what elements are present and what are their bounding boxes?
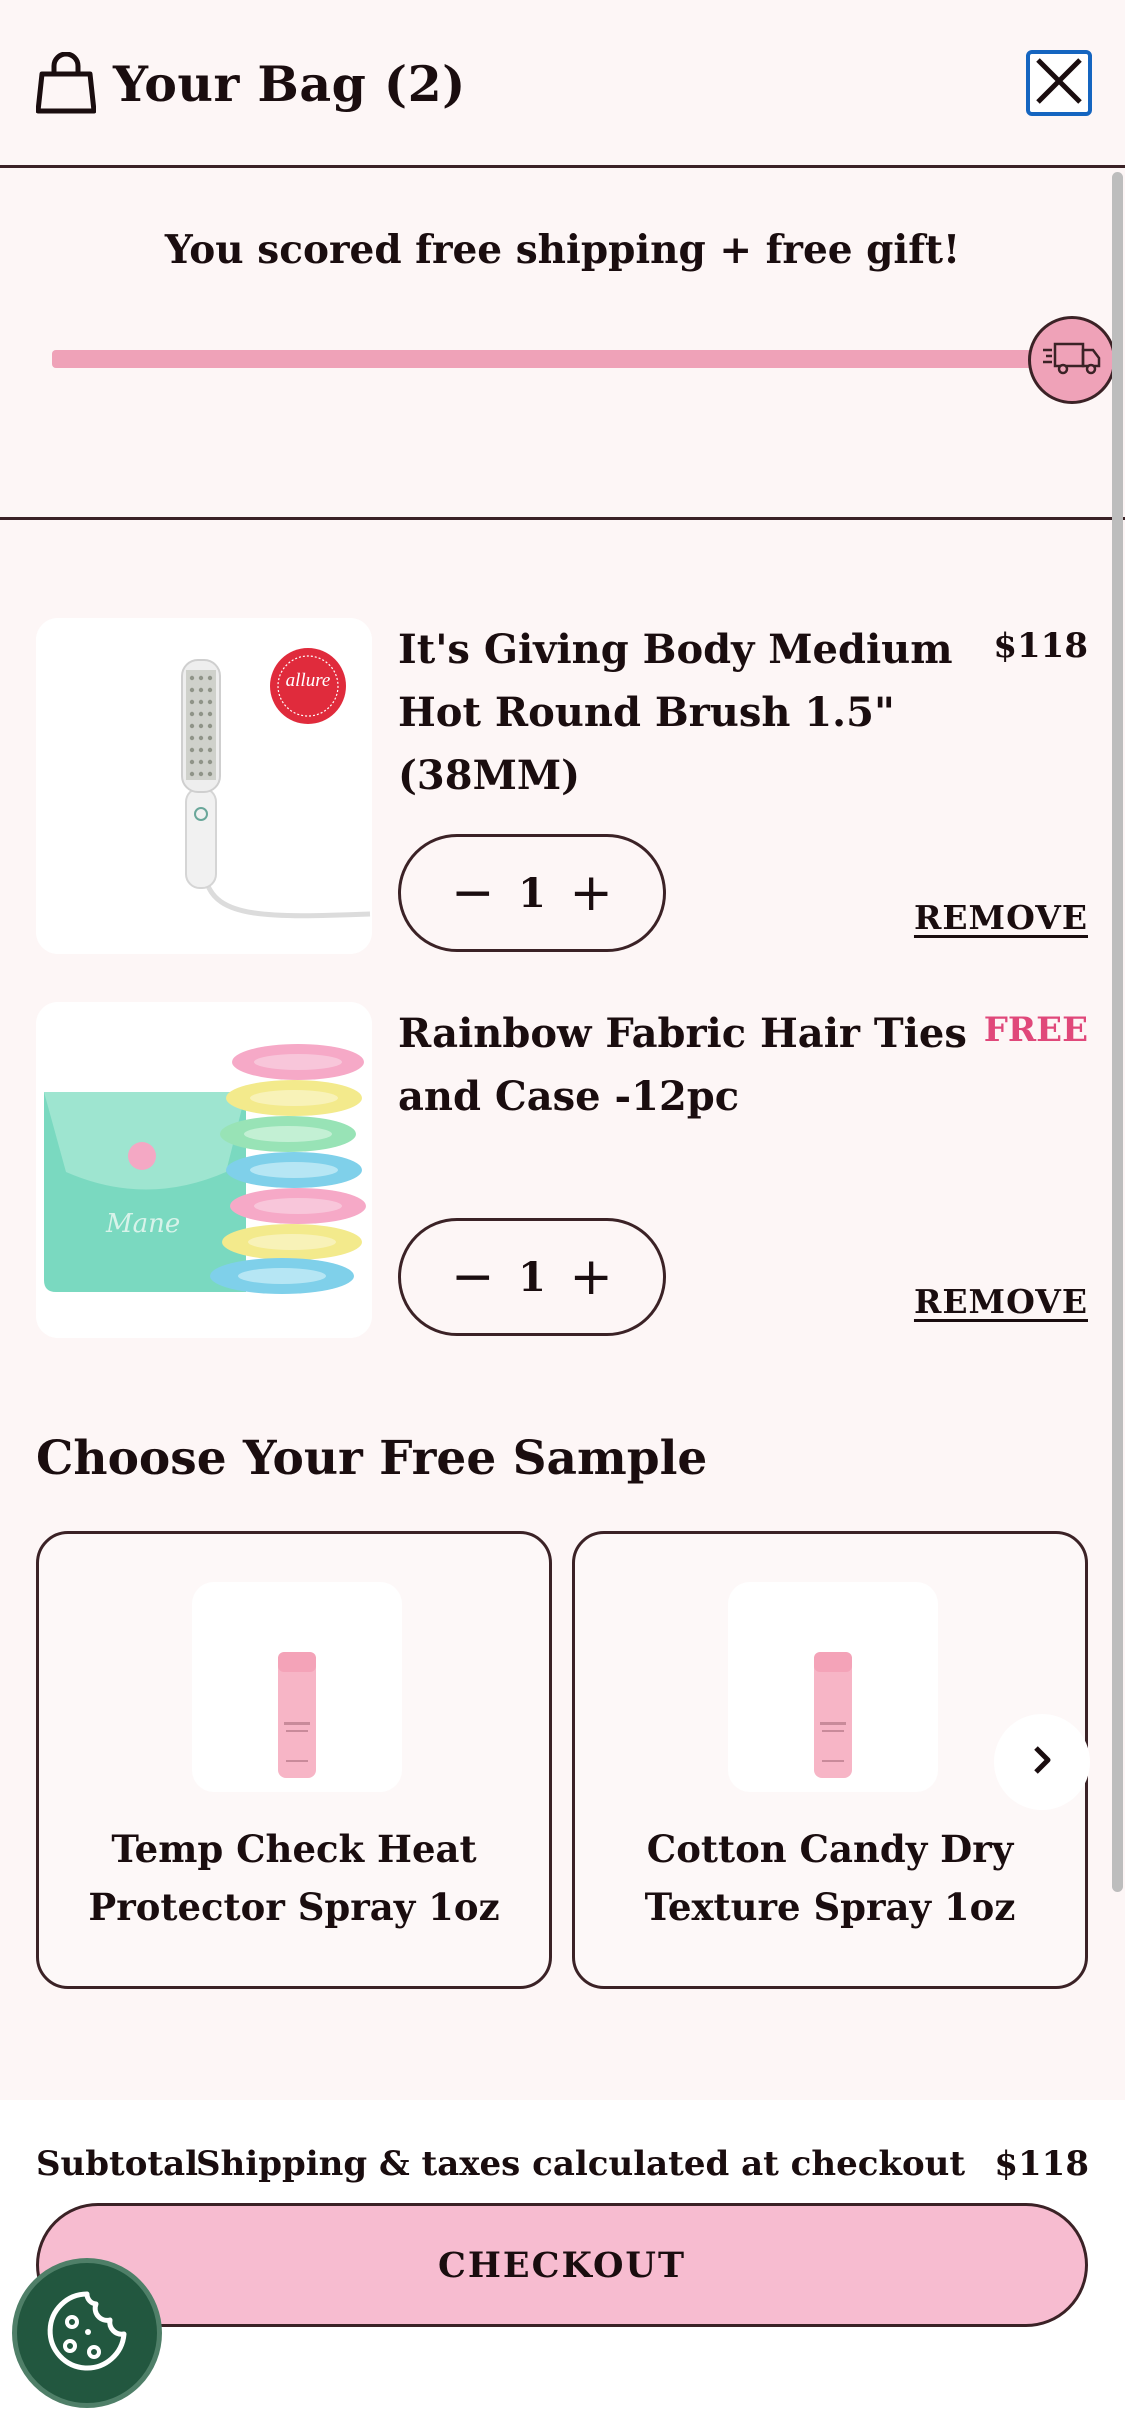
remove-button[interactable]: REMOVE bbox=[914, 1282, 1088, 1321]
item-title[interactable]: It's Giving Body Medium Hot Round Brush … bbox=[398, 618, 988, 807]
svg-text:Mane: Mane bbox=[105, 1209, 180, 1239]
decrease-quantity-button[interactable]: − bbox=[451, 1251, 495, 1303]
truck-badge bbox=[1028, 316, 1116, 404]
delivery-truck-icon bbox=[1041, 338, 1103, 382]
product-image-hair-ties[interactable]: Mane bbox=[36, 1002, 372, 1338]
page-title: Your Bag (2) bbox=[113, 55, 466, 113]
sample-image bbox=[192, 1582, 402, 1792]
cart-drawer: Your Bag (2) You scored free shipping + … bbox=[0, 0, 1125, 2436]
close-icon bbox=[1034, 56, 1084, 110]
shipping-progress-fill bbox=[52, 350, 1072, 368]
chevron-right-icon bbox=[1027, 1742, 1057, 1782]
increase-quantity-button[interactable]: + bbox=[569, 867, 613, 919]
subtotal-note: Shipping & taxes calculated at checkout bbox=[196, 2144, 966, 2184]
remove-button[interactable]: REMOVE bbox=[914, 898, 1088, 937]
subtotal-label: Subtotal bbox=[36, 2144, 199, 2184]
quantity-stepper: − 1 + bbox=[398, 834, 666, 952]
shipping-progress-bar bbox=[52, 350, 1072, 368]
checkout-button[interactable]: CHECKOUT bbox=[36, 2203, 1088, 2327]
product-image-hot-brush[interactable]: allure bbox=[36, 618, 372, 954]
item-title[interactable]: Rainbow Fabric Hair Ties and Case -12pc bbox=[398, 1002, 988, 1128]
shopping-bag-icon bbox=[35, 51, 97, 114]
sample-name: Cotton Candy Dry Texture Spray 1oz bbox=[644, 1827, 1016, 1929]
item-price: FREE bbox=[983, 1010, 1088, 1050]
cookie-icon bbox=[42, 2286, 132, 2380]
cart-item: Mane Rainbow Fabric Hair Ties and Case -… bbox=[0, 1002, 1110, 1342]
cart-item: allure It's Giving Body Medium Hot Round… bbox=[0, 618, 1110, 958]
increase-quantity-button[interactable]: + bbox=[569, 1251, 613, 1303]
cart-header: Your Bag (2) bbox=[0, 0, 1125, 168]
quantity-stepper: − 1 + bbox=[398, 1218, 666, 1336]
quantity-value: 1 bbox=[518, 1253, 546, 1301]
quantity-value: 1 bbox=[518, 869, 546, 917]
free-sample-heading: Choose Your Free Sample bbox=[36, 1431, 708, 1486]
cookie-settings-button[interactable] bbox=[12, 2258, 162, 2408]
subtotal-value: $118 bbox=[994, 2144, 1089, 2184]
scrollbar[interactable] bbox=[1112, 172, 1123, 1892]
award-badge-text: allure bbox=[285, 670, 331, 691]
sample-image bbox=[728, 1582, 938, 1792]
carousel-next-button[interactable] bbox=[994, 1714, 1090, 1810]
free-shipping-message: You scored free shipping + free gift! bbox=[164, 227, 961, 273]
item-price: $118 bbox=[993, 626, 1088, 666]
decrease-quantity-button[interactable]: − bbox=[451, 867, 495, 919]
sample-card[interactable]: Temp Check Heat Protector Spray 1oz bbox=[36, 1531, 552, 1989]
sample-name: Temp Check Heat Protector Spray 1oz bbox=[88, 1827, 500, 1929]
free-shipping-banner: You scored free shipping + free gift! bbox=[0, 168, 1125, 520]
close-button[interactable] bbox=[1026, 50, 1092, 116]
